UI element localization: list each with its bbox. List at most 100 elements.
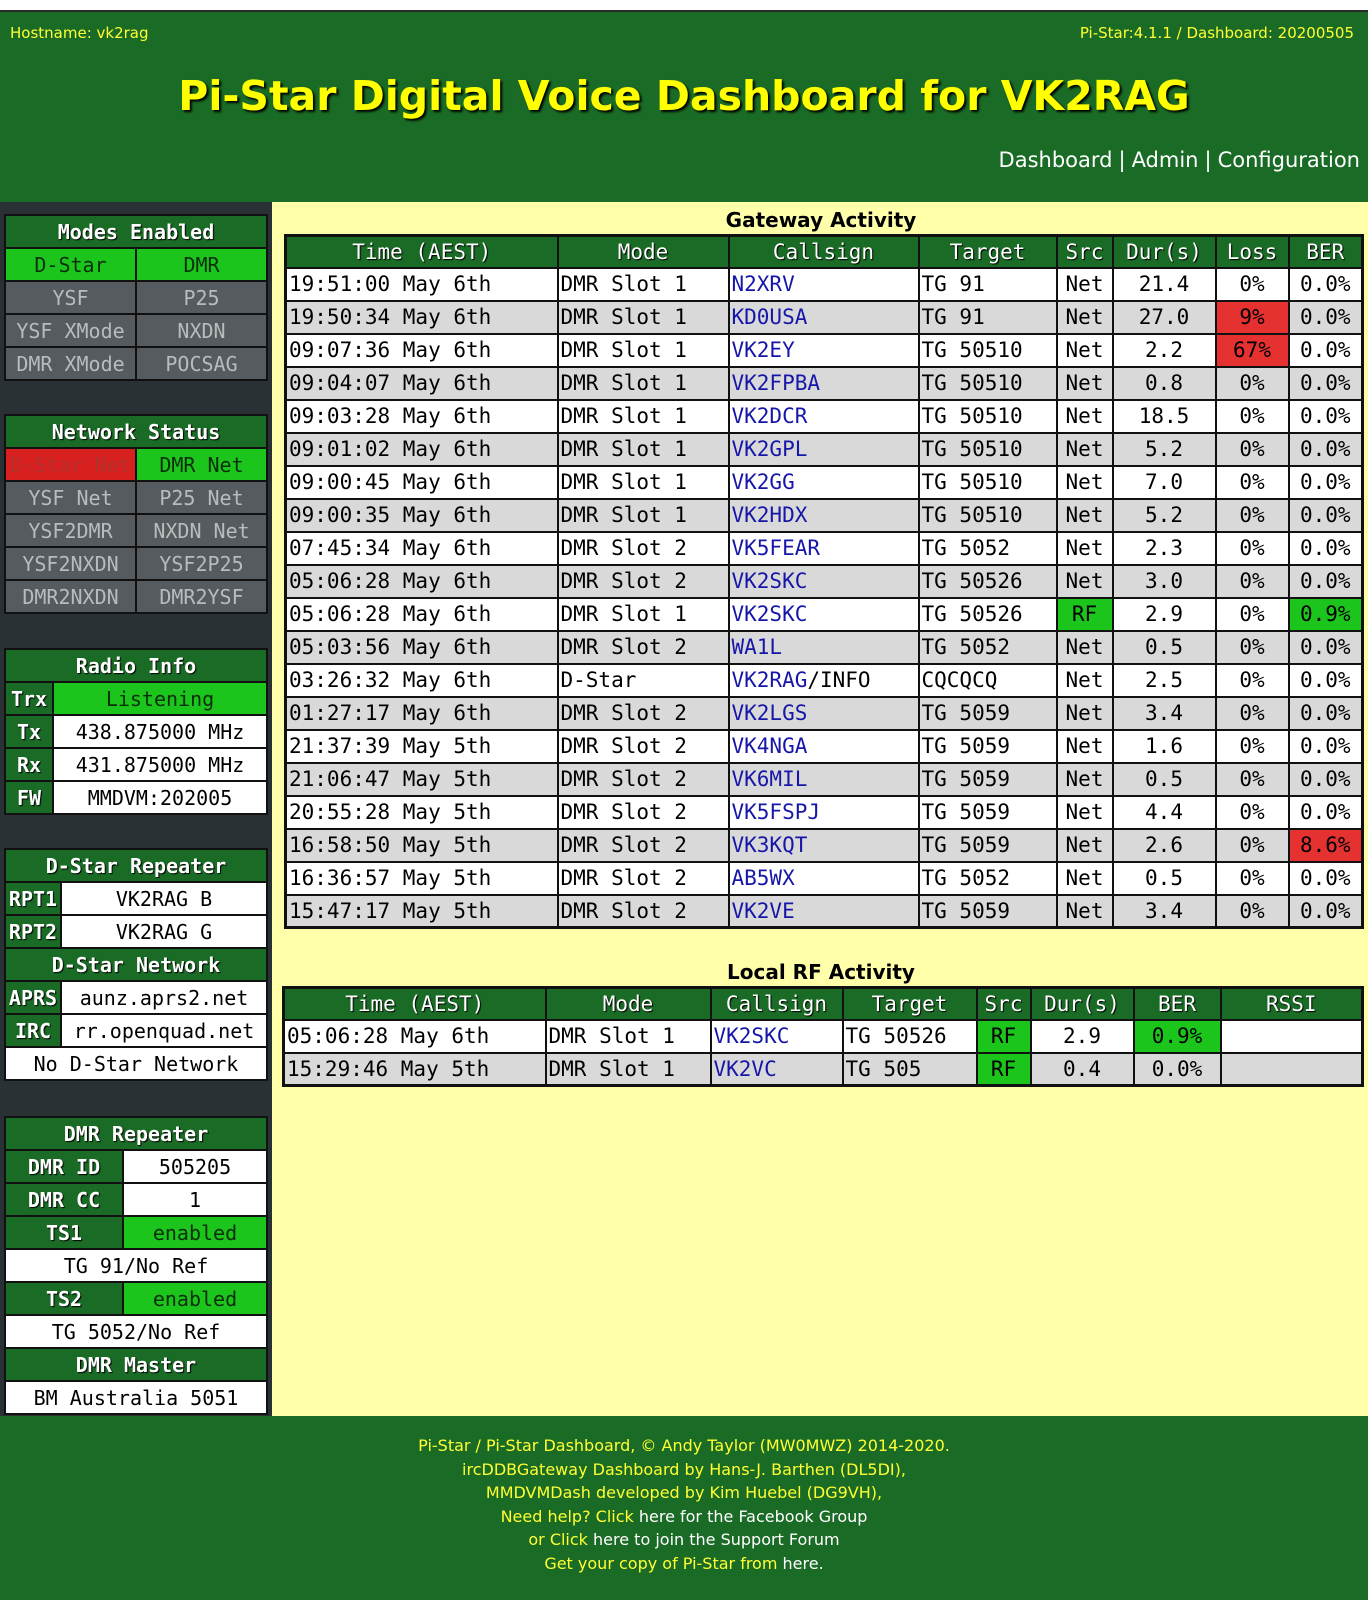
callsign-link[interactable]: WA1L	[727, 629, 920, 665]
cell-target: TG 505	[841, 1051, 978, 1087]
net-ysf2nxdn: YSF2NXDN	[4, 546, 137, 581]
callsign-link[interactable]: VK5FEAR	[727, 530, 920, 566]
modes-enabled-panel: Modes Enabled D-Star DMR YSF P25 YSF XMo…	[4, 214, 268, 381]
ts2-status: enabled	[122, 1281, 268, 1316]
net-ysf: YSF Net	[4, 480, 137, 515]
modes-enabled-title: Modes Enabled	[4, 214, 268, 249]
callsign-link[interactable]: VK2FPBA	[727, 365, 920, 401]
table-row: 05:03:56 May 6th DMR Slot 2 WA1L TG 5052 Net…	[284, 629, 1364, 665]
nav-configuration-link[interactable]: Configuration	[1218, 148, 1360, 172]
cell-mode: DMR Slot 2	[556, 563, 730, 599]
callsign-link[interactable]: VK2HDX	[727, 497, 920, 533]
nav-dashboard-link[interactable]: Dashboard	[999, 148, 1113, 172]
callsign-link[interactable]: VK2RAG/INFO	[727, 662, 920, 698]
support-forum-link[interactable]: here	[593, 1530, 629, 1549]
cell-ber: 0.0%	[1287, 530, 1364, 566]
callsign-link[interactable]: VK5FSPJ	[727, 794, 920, 830]
callsign-text[interactable]: VK2EY	[732, 338, 795, 362]
callsign-text[interactable]: N2XRV	[732, 272, 795, 296]
rpt2-label: RPT2	[4, 914, 62, 949]
firmware-version: MMDVM:202005	[52, 780, 268, 815]
cell-mode: DMR Slot 1	[556, 431, 730, 467]
callsign-link[interactable]: VK2EY	[727, 332, 920, 368]
main-content: Gateway Activity Time (AEST) Mode Callsi…	[272, 202, 1368, 1416]
ts1-label: TS1	[4, 1215, 124, 1250]
table-row: 09:07:36 May 6th DMR Slot 1 VK2EY TG 50510 N…	[284, 332, 1364, 368]
cell-src: Net	[1055, 299, 1114, 335]
callsign-link[interactable]: VK3KQT	[727, 827, 920, 863]
cell-ber: 0.0%	[1287, 431, 1364, 467]
cell-loss: 0%	[1214, 596, 1290, 632]
cell-time: 01:27:17 May 6th	[284, 695, 559, 731]
callsign-text[interactable]: VK5FEAR	[732, 536, 821, 560]
callsign-text[interactable]: VK2SKC	[732, 569, 808, 593]
cell-mode: DMR Slot 1	[556, 497, 730, 533]
callsign-text[interactable]: VK2HDX	[732, 503, 808, 527]
download-link[interactable]: here	[783, 1554, 819, 1573]
callsign-link[interactable]: KD0USA	[727, 299, 920, 335]
cell-duration: 18.5	[1111, 398, 1217, 434]
cell-time: 07:45:34 May 6th	[284, 530, 559, 566]
cell-time: 05:06:28 May 6th	[282, 1018, 547, 1054]
callsign-link[interactable]: VK2VE	[727, 893, 920, 929]
dstar-repeater-panel: D-Star Repeater RPT1 VK2RAG B RPT2 VK2RA…	[4, 848, 268, 1081]
callsign-text[interactable]: VK2RAG	[732, 668, 808, 692]
callsign-link[interactable]: VK2GG	[727, 464, 920, 500]
callsign-text[interactable]: VK2VE	[732, 899, 795, 923]
hostname-label: Hostname: vk2rag	[10, 24, 149, 42]
callsign-link[interactable]: VK2VC	[709, 1051, 844, 1087]
callsign-link[interactable]: N2XRV	[727, 266, 920, 302]
callsign-text[interactable]: AB5WX	[732, 866, 795, 890]
col-mode: Mode	[544, 986, 712, 1021]
cell-time: 20:55:28 May 5th	[284, 794, 559, 830]
footer-download-line: Get your copy of Pi-Star from here.	[0, 1552, 1368, 1576]
col-callsign: Callsign	[727, 234, 920, 269]
callsign-text[interactable]: VK2GPL	[732, 437, 808, 461]
callsign-link[interactable]: VK2LGS	[727, 695, 920, 731]
callsign-text[interactable]: VK2FPBA	[732, 371, 821, 395]
cell-target: TG 50526	[841, 1018, 978, 1054]
callsign-text[interactable]: VK5FSPJ	[732, 800, 821, 824]
callsign-text[interactable]: VK3KQT	[732, 833, 808, 857]
callsign-text[interactable]: VK6MIL	[732, 767, 808, 791]
callsign-link[interactable]: VK2SKC	[727, 596, 920, 632]
table-row: 20:55:28 May 5th DMR Slot 2 VK5FSPJ TG 5059…	[284, 794, 1364, 830]
rpt2-value: VK2RAG G	[60, 914, 268, 949]
callsign-link[interactable]: AB5WX	[727, 860, 920, 896]
dmr-id-label: DMR ID	[4, 1149, 124, 1184]
callsign-text[interactable]: VK2DCR	[732, 404, 808, 428]
callsign-text[interactable]: VK2SKC	[732, 602, 808, 626]
table-row: 05:06:28 May 6th DMR Slot 1 VK2SKC TG 50…	[282, 1018, 1364, 1054]
table-header-row: Time (AEST) Mode Callsign Target Src Dur…	[284, 234, 1364, 269]
col-callsign: Callsign	[709, 986, 844, 1021]
col-time: Time (AEST)	[282, 986, 547, 1021]
callsign-link[interactable]: VK2DCR	[727, 398, 920, 434]
callsign-text[interactable]: VK2LGS	[732, 701, 808, 725]
cell-target: TG 91	[917, 266, 1058, 302]
col-src: Src	[975, 986, 1032, 1021]
network-status-panel: Network Status D-Star Net DMR Net YSF Ne…	[4, 414, 268, 614]
callsign-link[interactable]: VK2SKC	[727, 563, 920, 599]
cell-loss: 0%	[1214, 662, 1290, 698]
callsign-text[interactable]: WA1L	[732, 635, 783, 659]
callsign-link[interactable]: VK4NGA	[727, 728, 920, 764]
cell-target: TG 50526	[917, 563, 1058, 599]
callsign-text[interactable]: VK2GG	[732, 470, 795, 494]
net-nxdn: NXDN Net	[135, 513, 268, 548]
callsign-text[interactable]: KD0USA	[732, 305, 808, 329]
callsign-text[interactable]: VK4NGA	[732, 734, 808, 758]
callsign-link[interactable]: VK2SKC	[709, 1018, 844, 1054]
callsign-link[interactable]: VK2GPL	[727, 431, 920, 467]
cell-time: 05:06:28 May 6th	[284, 563, 559, 599]
cell-mode: DMR Slot 1	[556, 464, 730, 500]
nav-admin-link[interactable]: Admin	[1132, 148, 1199, 172]
col-target: Target	[917, 234, 1058, 269]
callsign-link[interactable]: VK6MIL	[727, 761, 920, 797]
cell-rssi	[1219, 1018, 1364, 1054]
cell-loss: 0%	[1214, 365, 1290, 401]
cell-mode: DMR Slot 1	[556, 398, 730, 434]
facebook-group-link[interactable]: here	[639, 1507, 675, 1526]
cell-duration: 2.5	[1111, 662, 1217, 698]
cell-time: 05:03:56 May 6th	[284, 629, 559, 665]
tx-label: Tx	[4, 714, 54, 749]
